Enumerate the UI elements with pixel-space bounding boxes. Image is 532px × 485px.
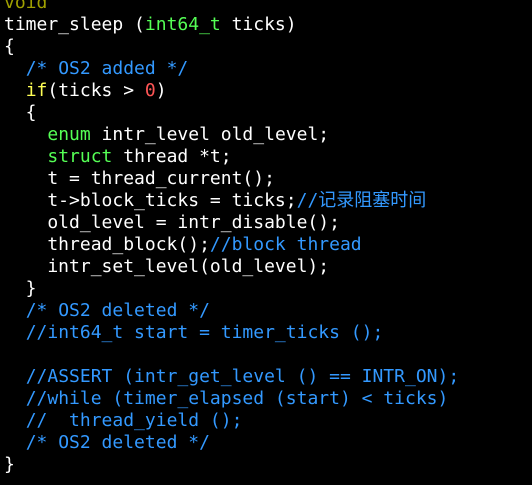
code-editor[interactable]: void timer_sleep (int64_t ticks){ /* OS2 … xyxy=(0,0,532,485)
code-token-default xyxy=(4,410,26,431)
code-token-default: intr_level old_level; xyxy=(90,124,330,145)
code-line[interactable]: intr_set_level(old_level); xyxy=(4,256,532,278)
code-token-number: 0 xyxy=(144,80,156,101)
code-token-default: t = thread_current(); xyxy=(4,168,275,189)
code-token-type: struct xyxy=(47,146,113,167)
code-token-default: timer_sleep ( xyxy=(4,14,145,35)
code-token-default xyxy=(4,366,26,387)
code-token-dim: void xyxy=(4,0,48,13)
code-line[interactable]: /* OS2 deleted */ xyxy=(4,432,532,454)
code-token-default xyxy=(4,388,26,409)
code-token-default: thread_block(); xyxy=(4,234,210,255)
code-token-default: old_level = intr_disable(); xyxy=(4,212,340,233)
code-line[interactable]: enum intr_level old_level; xyxy=(4,124,532,146)
code-line[interactable]: timer_sleep (int64_t ticks) xyxy=(4,14,532,36)
code-line[interactable]: //int64_t start = timer_ticks (); xyxy=(4,322,532,344)
code-token-default: thread *t; xyxy=(112,146,232,167)
code-line[interactable]: //ASSERT (intr_get_level () == INTR_ON); xyxy=(4,366,532,388)
code-token-default xyxy=(4,58,26,79)
code-line[interactable]: { xyxy=(4,102,532,124)
code-token-default: ) xyxy=(155,80,167,101)
code-token-comment: //block thread xyxy=(209,234,362,255)
code-line[interactable]: } xyxy=(4,278,532,300)
code-line[interactable]: t->block_ticks = ticks;//记录阻塞时间 xyxy=(4,190,532,212)
code-token-comment: //while (timer_elapsed (start) < ticks) xyxy=(25,388,449,409)
code-token-comment: /* OS2 deleted */ xyxy=(25,432,210,453)
code-token-comment: //int64_t start = timer_ticks (); xyxy=(25,322,384,343)
code-token-default: t->block_ticks = ticks; xyxy=(4,190,297,211)
code-token-comment: /* OS2 added */ xyxy=(25,58,189,79)
code-line[interactable]: /* OS2 added */ xyxy=(4,58,532,80)
code-token-default: (ticks > xyxy=(47,80,145,101)
code-line[interactable]: } xyxy=(4,454,532,476)
code-token-default: ticks) xyxy=(220,14,297,35)
code-line[interactable]: void xyxy=(4,0,532,14)
code-token-comment: // thread_yield (); xyxy=(25,410,243,431)
code-token-default xyxy=(4,80,26,101)
code-token-comment: //ASSERT (intr_get_level () == INTR_ON); xyxy=(25,366,460,387)
code-line[interactable]: /* OS2 deleted */ xyxy=(4,300,532,322)
code-line[interactable]: thread_block();//block thread xyxy=(4,234,532,256)
code-token-type: enum xyxy=(47,124,91,145)
code-line[interactable]: { xyxy=(4,36,532,58)
code-line[interactable]: if(ticks > 0) xyxy=(4,80,532,102)
code-line[interactable]: // thread_yield (); xyxy=(4,410,532,432)
code-line[interactable] xyxy=(4,344,532,366)
code-token-default: } xyxy=(4,454,15,475)
code-line[interactable]: //while (timer_elapsed (start) < ticks) xyxy=(4,388,532,410)
code-line[interactable]: old_level = intr_disable(); xyxy=(4,212,532,234)
code-token-comment: /* OS2 deleted */ xyxy=(25,300,210,321)
code-token-default xyxy=(4,322,26,343)
code-token-default: intr_set_level(old_level); xyxy=(4,256,330,277)
code-line[interactable]: struct thread *t; xyxy=(4,146,532,168)
code-token-default xyxy=(4,124,47,145)
code-token-default: { xyxy=(4,36,15,57)
code-token-type: int64_t xyxy=(144,14,221,35)
code-token-default: { xyxy=(4,102,37,123)
code-token-comment: //记录阻塞时间 xyxy=(296,190,427,211)
code-token-default: } xyxy=(4,278,37,299)
code-token-default xyxy=(4,146,47,167)
code-token-default xyxy=(4,300,26,321)
code-line[interactable]: t = thread_current(); xyxy=(4,168,532,190)
code-token-default xyxy=(4,432,26,453)
code-token-keyword: if xyxy=(25,80,48,101)
